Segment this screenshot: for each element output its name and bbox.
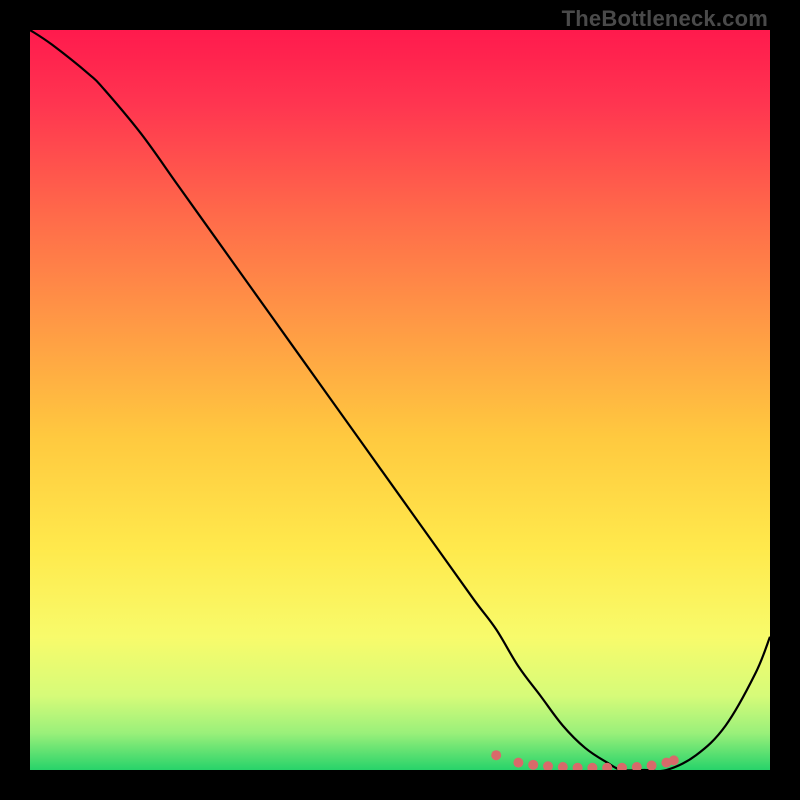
optimal-marker	[543, 761, 553, 770]
optimal-marker	[491, 750, 501, 760]
chart-overlay	[30, 30, 770, 770]
optimal-markers-group	[491, 750, 679, 770]
watermark-text: TheBottleneck.com	[562, 6, 768, 32]
optimal-marker	[632, 762, 642, 770]
optimal-marker	[528, 760, 538, 770]
optimal-marker	[617, 763, 627, 770]
optimal-marker	[587, 763, 597, 770]
optimal-marker	[558, 762, 568, 770]
optimal-marker	[647, 761, 657, 770]
optimal-marker	[573, 763, 583, 770]
bottleneck-curve	[30, 30, 770, 770]
optimal-marker	[513, 758, 523, 768]
optimal-marker	[669, 755, 679, 765]
